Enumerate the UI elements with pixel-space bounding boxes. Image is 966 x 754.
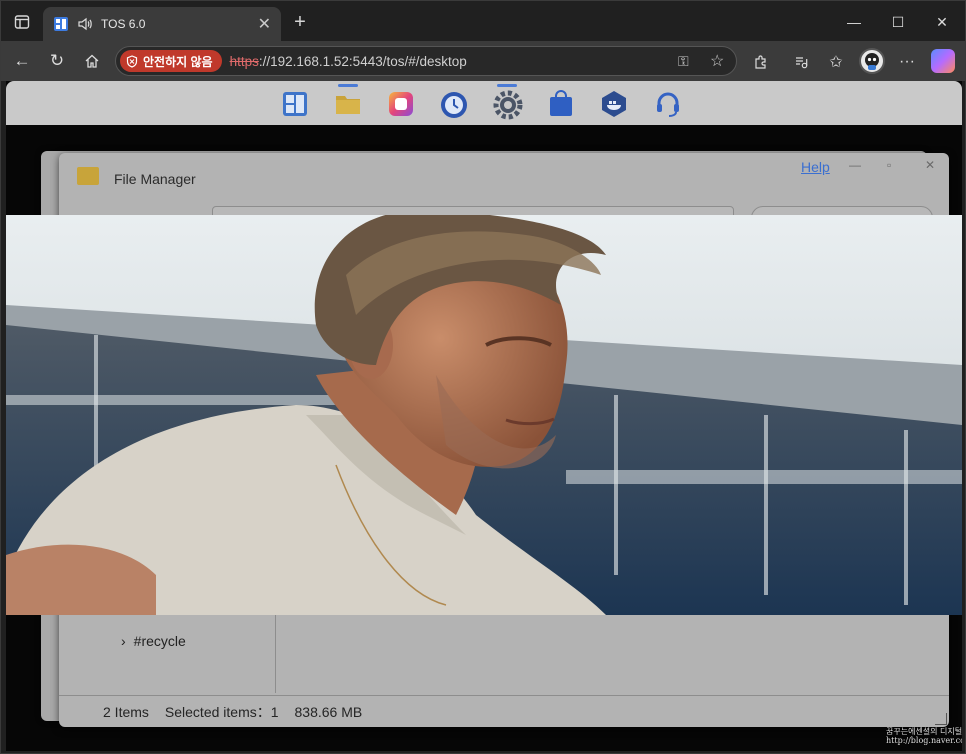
minimize-button[interactable]: —: [831, 7, 877, 37]
store-icon[interactable]: [547, 90, 575, 118]
more-menu-icon[interactable]: ···: [895, 50, 919, 74]
profile-avatar[interactable]: [859, 48, 885, 74]
maximize-button[interactable]: ☐: [875, 7, 921, 37]
page-content: File Manager Help — ▫ ✕ › #recycle 2 Ite…: [6, 81, 962, 751]
browser-toolbar: ← ↻ 안전하지 않음 https://192.168.1.52:5443/to…: [1, 41, 965, 81]
resize-grip[interactable]: [935, 713, 947, 725]
tos-favicon-icon: [54, 17, 68, 31]
new-tab-button[interactable]: +: [289, 11, 311, 33]
support-icon[interactable]: [654, 90, 682, 118]
window-maximize-icon[interactable]: ▫: [887, 158, 891, 172]
key-icon[interactable]: ⚿: [678, 53, 689, 70]
tab-actions-icon: [14, 15, 30, 29]
address-bar[interactable]: 안전하지 않음 https://192.168.1.52:5443/tos/#/…: [115, 46, 737, 76]
portrait-photo: [6, 215, 962, 615]
app-center-icon[interactable]: [387, 90, 415, 118]
copilot-icon[interactable]: [931, 49, 955, 73]
tos-logo-icon[interactable]: [281, 90, 309, 118]
settings-icon[interactable]: [493, 84, 523, 120]
docker-icon[interactable]: [600, 90, 628, 118]
tab-actions-button[interactable]: [9, 11, 35, 33]
sidebar-divider: [275, 613, 276, 693]
window-title: File Manager: [114, 171, 196, 187]
tos-dock: [6, 81, 962, 125]
shield-icon: [126, 54, 138, 68]
media-control-icon[interactable]: [789, 50, 813, 74]
extensions-icon[interactable]: [749, 50, 773, 74]
help-link[interactable]: Help: [801, 159, 830, 175]
speaker-icon[interactable]: [77, 16, 93, 32]
url-scheme: https: [229, 53, 259, 69]
watermark-logo: 꿈꾸는에센셜의 디지털 원더http://blog.naver.com/xxxx…: [886, 727, 962, 745]
chevron-right-icon: ›: [121, 633, 126, 649]
reload-button[interactable]: ↻: [44, 49, 70, 73]
security-badge[interactable]: 안전하지 않음: [120, 50, 222, 72]
close-tab-icon[interactable]: ✕: [258, 14, 271, 34]
active-tab[interactable]: TOS 6.0 ✕: [43, 7, 281, 41]
photo-overlay: [6, 215, 962, 615]
folder-icon: [77, 167, 99, 185]
window-minimize-icon[interactable]: —: [849, 158, 861, 172]
selected-size: 838.66 MB: [294, 703, 363, 720]
favorites-icon[interactable]: ✩: [824, 50, 848, 74]
browser-window: TOS 6.0 ✕ + — ☐ ✕ ← ↻ 안전하지 않음 https://19…: [0, 0, 966, 754]
status-bar: 2 Items Selected items：1 838.66 MB: [59, 695, 949, 727]
tab-strip: TOS 6.0 ✕ + — ☐ ✕: [1, 1, 965, 43]
tab-title: TOS 6.0: [101, 17, 146, 31]
close-window-button[interactable]: ✕: [919, 7, 965, 37]
file-manager-icon[interactable]: [334, 84, 362, 118]
item-count: 2 Items: [103, 703, 149, 720]
backup-icon[interactable]: [439, 90, 467, 118]
back-button[interactable]: ←: [9, 49, 35, 73]
home-button[interactable]: [79, 49, 105, 73]
favorite-star-icon[interactable]: ☆: [710, 51, 724, 71]
url-path: ://192.168.1.52:5443/tos/#/desktop: [258, 53, 467, 69]
window-close-icon[interactable]: ✕: [925, 158, 935, 172]
url-text[interactable]: https://192.168.1.52:5443/tos/#/desktop: [230, 54, 467, 69]
selected-count: Selected items：1: [164, 703, 279, 720]
tree-item-recycle[interactable]: › #recycle: [121, 633, 186, 649]
security-label: 안전하지 않음: [143, 54, 213, 69]
tree-item-label: #recycle: [133, 633, 186, 649]
home-icon: [85, 54, 99, 68]
